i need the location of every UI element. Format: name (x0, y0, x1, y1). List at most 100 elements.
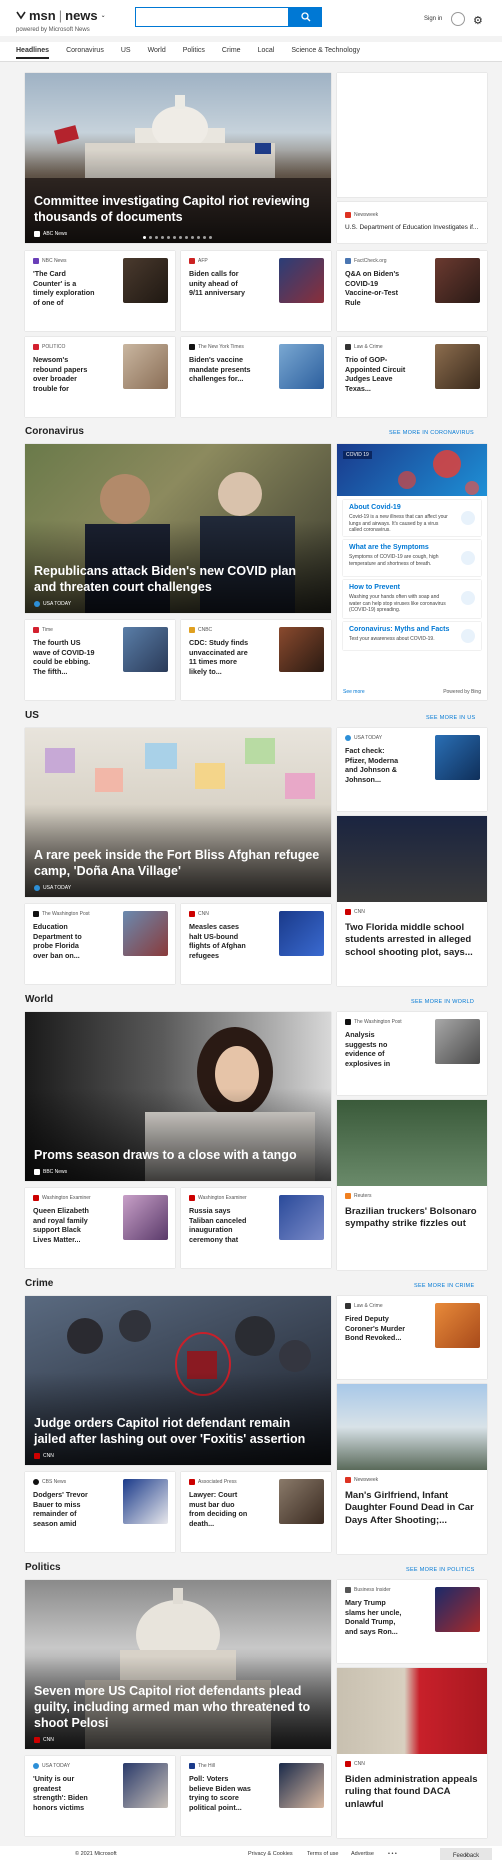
advertise-link[interactable]: Advertise (351, 1851, 374, 1857)
headline-side-card[interactable]: Newsweek U.S. Department of Education In… (337, 202, 487, 243)
hero-source: USA TODAY (34, 601, 71, 607)
see-more-coronavirus[interactable]: SEE MORE IN CORONAVIRUS (389, 430, 474, 436)
card-thumbnail (279, 911, 324, 956)
news-card-tall[interactable]: Newsweek Man's Girlfriend, Infant Daught… (337, 1384, 487, 1554)
see-more-politics[interactable]: SEE MORE IN POLITICS (406, 1567, 475, 1573)
tab-headlines[interactable]: Headlines (16, 42, 50, 59)
gear-icon[interactable]: ⚙ (473, 14, 483, 27)
card-title: Fired Deputy Coroner's Murder Bond Revok… (345, 1314, 406, 1343)
section-heading-crime[interactable]: Crime (25, 1278, 53, 1289)
card-thumbnail (435, 1303, 480, 1348)
hero-title: Committee investigating Capitol riot rev… (34, 194, 310, 224)
msn-logo[interactable]: msn | news ⌄ (16, 8, 106, 23)
card-title: Biden's vaccine mandate presents challen… (189, 355, 251, 384)
news-card[interactable]: CNN Measles cases halt US-bound flights … (181, 904, 331, 984)
hero-title: Judge orders Capitol riot defendant rema… (34, 1416, 306, 1446)
card-title: Fact check: Pfizer, Moderna and Johnson … (345, 746, 399, 785)
more-menu[interactable]: • • • (388, 1851, 397, 1857)
see-more-crime[interactable]: SEE MORE IN CRIME (414, 1283, 474, 1289)
card-source: NBC News (33, 258, 66, 264)
section-heading-coronavirus[interactable]: Coronavirus (25, 426, 84, 437)
see-more-us[interactable]: SEE MORE IN US (426, 715, 475, 721)
section-heading-us[interactable]: US (25, 710, 39, 721)
section-heading-politics[interactable]: Politics (25, 1562, 61, 1573)
news-card[interactable]: FactCheck.org Q&A on Biden's COVID-19 Va… (337, 251, 487, 331)
brand-label: msn (29, 8, 56, 23)
news-card-tall[interactable]: Reuters Brazilian truckers' Bolsonaro sy… (337, 1100, 487, 1270)
covid-item-symptoms[interactable]: What are the Symptoms Symptoms of COVID-… (343, 540, 481, 576)
signin-link[interactable]: Sign in (424, 16, 442, 22)
book-icon (461, 511, 475, 525)
privacy-link[interactable]: Privacy & Cookies (248, 1851, 293, 1857)
covid-banner: COVID 19 (337, 444, 487, 496)
news-card[interactable]: Business Insider Mary Trump slams her un… (337, 1580, 487, 1663)
card-title: Poll: Voters believe Biden was trying to… (189, 1774, 251, 1813)
tab-crime[interactable]: Crime (222, 42, 241, 54)
news-card[interactable]: Washington Examiner Queen Elizabeth and … (25, 1188, 175, 1268)
card-source: Washington Examiner (189, 1195, 247, 1201)
card-title: Measles cases halt US-bound flights of A… (189, 922, 246, 961)
card-title: Trio of GOP-Appointed Circuit Judges Lea… (345, 355, 406, 394)
avatar-icon[interactable] (451, 12, 465, 26)
carousel-dots[interactable] (143, 236, 212, 239)
news-card-tall[interactable]: CNN Biden administration appeals ruling … (337, 1668, 487, 1838)
tab-local[interactable]: Local (258, 42, 275, 54)
news-card[interactable]: NBC News 'The Card Counter' is a timely … (25, 251, 175, 331)
card-source: USA TODAY (345, 735, 382, 741)
news-card[interactable]: CNBC CDC: Study finds unvaccinated are 1… (181, 620, 331, 700)
tab-science[interactable]: Science & Technology (291, 42, 360, 54)
news-card[interactable]: Associated Press Lawyer: Court must bar … (181, 1472, 331, 1552)
source-logo-icon (34, 231, 40, 237)
card-thumbnail (435, 1019, 480, 1064)
card-thumbnail (435, 735, 480, 780)
powered-by: powered by Microsoft News (16, 27, 90, 33)
search-button[interactable] (289, 7, 322, 27)
feedback-button[interactable]: ▪ Feedback (440, 1848, 492, 1860)
covid-item-myths[interactable]: Coronavirus: Myths and Facts Test your a… (343, 622, 481, 650)
news-card[interactable]: Law & Crime Trio of GOP-Appointed Circui… (337, 337, 487, 417)
search-input[interactable] (135, 7, 289, 27)
tab-world[interactable]: World (148, 42, 166, 54)
news-card[interactable]: Time The fourth US wave of COVID-19 coul… (25, 620, 175, 700)
card-thumbnail (123, 1195, 168, 1240)
covid-item-prevent[interactable]: How to Prevent Washing your hands often … (343, 580, 481, 618)
card-title: Education Department to probe Florida ov… (33, 922, 82, 961)
covid-footer: See more Powered by Bing (343, 689, 481, 695)
card-thumbnail (279, 1479, 324, 1524)
news-card[interactable]: Washington Examiner Russia says Taliban … (181, 1188, 331, 1268)
crime-hero[interactable]: Judge orders Capitol riot defendant rema… (25, 1296, 331, 1465)
coronavirus-hero[interactable]: Republicans attack Biden's new COVID pla… (25, 444, 331, 613)
news-card[interactable]: USA TODAY 'Unity is our greatest strengt… (25, 1756, 175, 1836)
hero-source: ABC News (34, 231, 67, 237)
card-source: AFP (189, 258, 208, 264)
card-source: Reuters (345, 1193, 372, 1199)
card-source: Newsweek (345, 212, 378, 218)
chevron-down-icon[interactable]: ⌄ (101, 12, 106, 19)
news-card[interactable]: AFP Biden calls for unity ahead of 9/11 … (181, 251, 331, 331)
news-card[interactable]: Law & Crime Fired Deputy Coroner's Murde… (337, 1296, 487, 1379)
news-card[interactable]: The New York Times Biden's vaccine manda… (181, 337, 331, 417)
headline-hero[interactable]: Committee investigating Capitol riot rev… (25, 73, 331, 243)
card-source: Law & Crime (345, 344, 383, 350)
covid-item-about[interactable]: About Covid-19 Covid-19 is a new illness… (343, 500, 481, 536)
news-card[interactable]: The Washington Post Analysis suggests no… (337, 1012, 487, 1095)
news-card[interactable]: CBS News Dodgers' Trevor Bauer to miss r… (25, 1472, 175, 1552)
search-icon (300, 12, 310, 22)
tab-politics[interactable]: Politics (183, 42, 205, 54)
tab-us[interactable]: US (121, 42, 131, 54)
news-card-tall[interactable]: CNN Two Florida middle school students a… (337, 816, 487, 986)
divider: | (58, 8, 63, 23)
news-card[interactable]: POLITICO Newsom's rebound papers over br… (25, 337, 175, 417)
news-card[interactable]: The Washington Post Education Department… (25, 904, 175, 984)
section-heading-world[interactable]: World (25, 994, 53, 1005)
covid-see-more-link[interactable]: See more (343, 689, 365, 695)
news-card[interactable]: The Hill Poll: Voters believe Biden was … (181, 1756, 331, 1836)
terms-link[interactable]: Terms of use (307, 1851, 338, 1857)
politics-hero[interactable]: Seven more US Capitol riot defendants pl… (25, 1580, 331, 1749)
see-more-world[interactable]: SEE MORE IN WORLD (411, 999, 474, 1005)
news-card[interactable]: USA TODAY Fact check: Pfizer, Moderna an… (337, 728, 487, 811)
tab-coronavirus[interactable]: Coronavirus (66, 42, 104, 54)
us-hero[interactable]: A rare peek inside the Fort Bliss Afghan… (25, 728, 331, 897)
world-hero[interactable]: Proms season draws to a close with a tan… (25, 1012, 331, 1181)
card-source: CNN (345, 1761, 365, 1767)
